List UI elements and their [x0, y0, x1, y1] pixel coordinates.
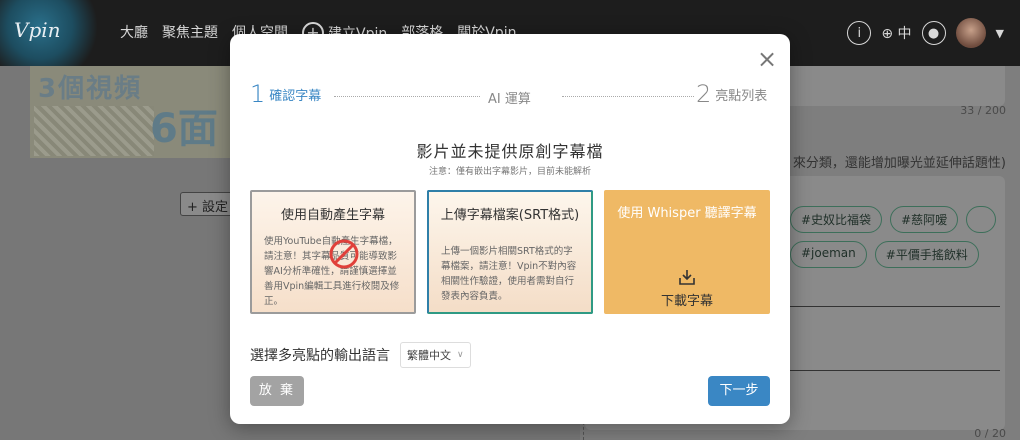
modal-subnote: 注意：僅有嵌出字幕影片，目前未能解析: [428, 167, 591, 177]
option-title: 使用自動產生字幕: [280, 208, 385, 223]
nav-item-lobby[interactable]: 大廳: [120, 22, 148, 44]
option-description: 上傳一個影片相關SRT格式的字幕檔案，請注意！Vpin不對內容相關性作驗證，使用…: [441, 246, 577, 302]
thumbnail-text-2: 6面: [150, 106, 218, 152]
close-icon[interactable]: ×: [756, 47, 778, 71]
settings-button-label: 設定: [202, 200, 229, 215]
avatar[interactable]: [955, 18, 986, 48]
step2-label: 亮點列表: [715, 88, 768, 104]
video-thumbnail: 3個視頻 6面: [30, 66, 230, 158]
tag-chip[interactable]: #平價手搖飲料: [874, 241, 979, 268]
option-auto-subtitles[interactable]: 使用自動產生字幕 使用YouTube自動產生字幕檔，請注意！其字幕品質可能導致影…: [250, 190, 416, 314]
notification-bell-icon[interactable]: ●: [921, 21, 946, 45]
logo-text: Vpin: [14, 18, 61, 42]
output-language-row: 選擇多亮點的輸出語言 繁體中文 ∨: [250, 342, 471, 368]
input-underline: [790, 306, 1000, 307]
step1-number: 1: [250, 80, 266, 108]
download-subtitles-label: 下載字幕: [660, 294, 713, 309]
next-button[interactable]: 下一步: [708, 376, 770, 406]
language-switch[interactable]: ⊕ 中: [881, 23, 911, 43]
option-title: 上傳字幕檔案(SRT格式): [440, 208, 580, 223]
nav-item-topics[interactable]: 聚焦主題: [162, 22, 218, 44]
tag-chip[interactable]: #史奴比福袋: [790, 206, 883, 233]
thumbnail-text-1: 3個視頻: [38, 74, 143, 104]
vpin-logo[interactable]: Vpin: [0, 0, 100, 66]
language-short: 中: [897, 26, 912, 42]
option-title: 使用 Whisper 聽譯字幕: [617, 206, 757, 221]
download-icon: [604, 268, 770, 290]
step-connector: [562, 96, 694, 97]
selected-language: 繁體中文: [407, 349, 451, 362]
step-confirm-subtitles: 1 確認字幕: [250, 80, 321, 108]
tag-chip[interactable]: #慈阿嗳: [890, 206, 959, 233]
tag-char-count: 0 / 20: [974, 427, 1006, 440]
cancel-button[interactable]: 放 棄: [250, 376, 304, 406]
top-right-controls: i ⊕ 中 ● ▼: [847, 18, 1004, 48]
output-language-label: 選擇多亮點的輸出語言: [250, 348, 390, 364]
option-upload-srt[interactable]: 上傳字幕檔案(SRT格式) 上傳一個影片相關SRT格式的字幕檔案，請注意！Vpi…: [427, 190, 593, 314]
tag-hint: 來分類，還能增加曝光並延伸話題性): [792, 156, 1006, 171]
tag-chip[interactable]: [966, 206, 996, 233]
not-allowed-icon: [329, 239, 359, 269]
step-ai-compute: AI 運算: [488, 92, 531, 107]
title-char-count: 33 / 200: [960, 104, 1006, 117]
step1-label: 確認字幕: [269, 88, 322, 104]
output-language-select[interactable]: 繁體中文 ∨: [400, 342, 471, 368]
tag-chip[interactable]: #joeman: [790, 241, 867, 268]
chevron-down-icon: ∨: [457, 350, 464, 360]
modal-heading: 影片並未提供原創字幕檔: [416, 142, 604, 161]
globe-icon: ⊕: [881, 26, 894, 42]
chevron-down-icon[interactable]: ▼: [996, 27, 1004, 40]
input-underline: [790, 370, 1000, 371]
info-icon[interactable]: i: [847, 21, 872, 45]
progress-steps: 1 確認字幕 AI 運算 2 亮點列表: [250, 80, 772, 110]
option-whisper[interactable]: 使用 Whisper 聽譯字幕 下載字幕: [604, 190, 770, 314]
thumbnail-illustration: [34, 106, 154, 156]
tag-list: #史奴比福袋 #慈阿嗳 #joeman #平價手搖飲料: [790, 206, 1000, 268]
step2-number: 2: [696, 80, 712, 108]
step-connector: [334, 96, 480, 97]
step-highlight-list: 2 亮點列表: [696, 80, 767, 108]
subtitle-modal: × 1 確認字幕 AI 運算 2 亮點列表 影片並未提供原創字幕檔 注意：僅有嵌出字…: [230, 34, 790, 424]
